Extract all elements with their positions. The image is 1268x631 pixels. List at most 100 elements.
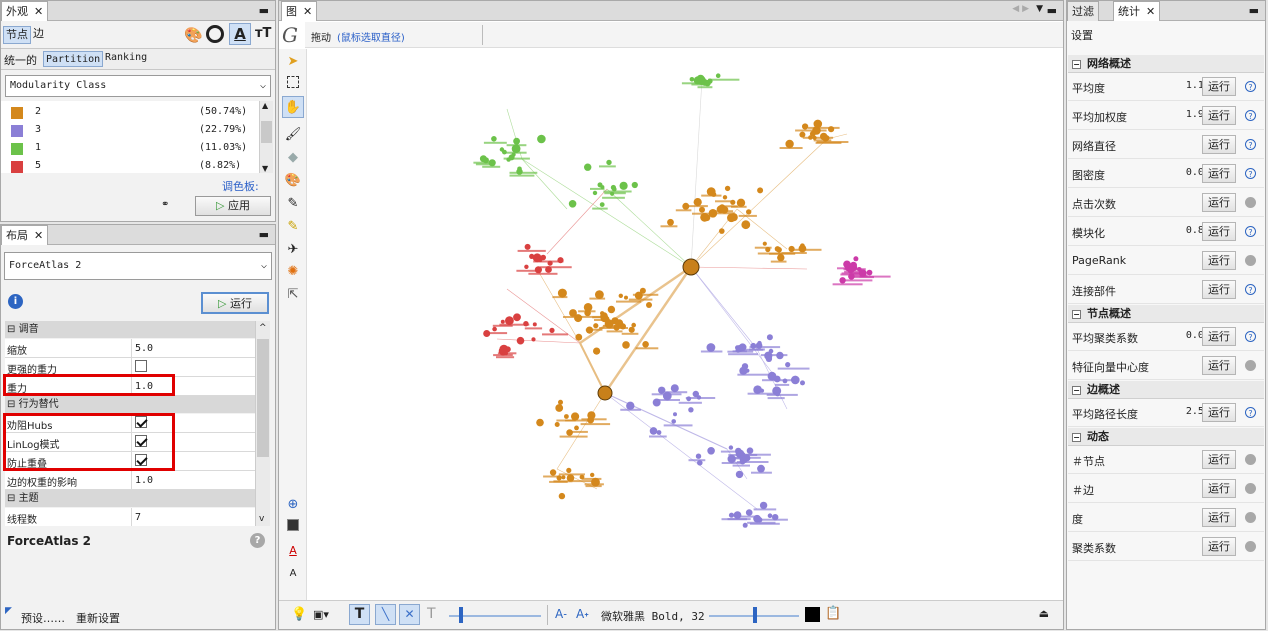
graph-node[interactable]	[491, 136, 497, 142]
presets-link[interactable]: 预设……	[21, 610, 65, 626]
tab-filters[interactable]: 过滤	[1067, 1, 1099, 21]
tab-statistics[interactable]: 统计 ✕	[1113, 1, 1161, 21]
legend-item[interactable]: 5 (8.82%)	[11, 159, 261, 175]
font-label[interactable]: 微软雅黑 Bold, 32	[601, 608, 705, 624]
minimize-icon[interactable]: ▬	[1047, 4, 1057, 17]
label-color-icon[interactable]: A	[282, 540, 304, 562]
graph-node[interactable]	[531, 337, 536, 342]
graph-node[interactable]	[579, 474, 585, 480]
graph-node[interactable]	[523, 321, 529, 327]
legend-item[interactable]: 1 (11.03%)	[11, 141, 261, 157]
graph-node[interactable]	[646, 302, 652, 308]
graph-node[interactable]	[499, 147, 505, 152]
graph-node[interactable]	[808, 135, 813, 140]
property-scrollbar[interactable]: ^ v	[255, 321, 270, 526]
graph-node[interactable]	[592, 190, 598, 196]
graph-node[interactable]	[767, 513, 773, 518]
graph-node[interactable]	[785, 362, 791, 368]
mode-unique[interactable]: 统一的	[4, 52, 37, 68]
collapse-icon[interactable]: −	[1072, 433, 1081, 442]
graph-node[interactable]	[524, 264, 529, 269]
tab-graph[interactable]: 图 ✕	[281, 1, 318, 21]
chevron-down-icon[interactable]: ▼	[1036, 4, 1043, 14]
legend-item[interactable]: 2 (50.74%)	[11, 105, 261, 121]
graph-node[interactable]	[768, 348, 774, 354]
property-row[interactable]: 边的权重的影响 1.0	[5, 471, 255, 490]
graph-node[interactable]	[670, 384, 679, 393]
help-icon[interactable]: ?	[1245, 168, 1256, 179]
run-stat-button[interactable]: 运行	[1202, 537, 1236, 556]
run-stat-button[interactable]: 运行	[1202, 280, 1236, 299]
stat-section-header[interactable]: − 网络概述	[1068, 55, 1264, 73]
run-stat-button[interactable]: 运行	[1202, 508, 1236, 527]
graph-node[interactable]	[727, 213, 736, 223]
graph-node[interactable]	[642, 341, 649, 348]
label-size-icon[interactable]: тT	[255, 26, 271, 41]
graph-node[interactable]	[597, 182, 603, 188]
graph-node[interactable]	[774, 246, 781, 252]
graph-node[interactable]	[631, 181, 638, 189]
label-settings-icon[interactable]: 📋	[825, 606, 841, 621]
run-stat-button[interactable]: 运行	[1202, 135, 1236, 154]
graph-node[interactable]	[513, 137, 520, 145]
graph-node[interactable]	[571, 412, 580, 421]
graph-node[interactable]	[707, 447, 715, 455]
graph-node[interactable]	[593, 323, 599, 329]
graph-node[interactable]	[574, 314, 583, 323]
graph-node[interactable]	[719, 228, 725, 234]
graph-node[interactable]	[724, 185, 731, 192]
graph-node[interactable]	[483, 330, 491, 337]
graph-node[interactable]	[741, 220, 751, 230]
minimize-icon[interactable]: ▬	[1249, 4, 1259, 17]
checkbox[interactable]	[135, 360, 147, 372]
graph-node[interactable]	[618, 293, 623, 298]
pencil-icon[interactable]: ✎	[282, 193, 304, 215]
rect-select-icon[interactable]	[282, 74, 304, 96]
graph-node[interactable]	[746, 447, 754, 455]
graph-node[interactable]	[799, 131, 806, 138]
graph-node[interactable]	[735, 470, 744, 479]
graph-node[interactable]	[492, 326, 497, 332]
graph-node[interactable]	[508, 154, 515, 161]
link-icon[interactable]: ⚭	[161, 199, 169, 210]
graph-node[interactable]	[626, 401, 635, 410]
tab-nodes[interactable]: 节点	[3, 26, 31, 44]
property-category[interactable]: ⊟ 行为替代	[5, 396, 255, 413]
label-size-icon[interactable]: A	[282, 563, 304, 585]
graph-node[interactable]	[584, 163, 592, 171]
graph-node[interactable]	[839, 277, 846, 284]
graph-node[interactable]	[574, 425, 579, 431]
graph-node[interactable]	[549, 469, 557, 476]
graph-node[interactable]	[743, 454, 751, 462]
help-pointer-icon[interactable]: ⇱	[282, 284, 304, 306]
airplane-icon[interactable]: ✈	[282, 239, 304, 261]
color-swatch[interactable]	[11, 143, 23, 155]
graph-node[interactable]	[742, 522, 748, 528]
graph-node[interactable]	[624, 295, 628, 300]
run-stat-button[interactable]: 运行	[1202, 251, 1236, 270]
property-value[interactable]: 7	[131, 508, 255, 526]
graph-node[interactable]	[699, 206, 705, 213]
graph-node[interactable]	[757, 464, 765, 473]
graph-node[interactable]	[500, 319, 505, 324]
graph-node[interactable]	[848, 266, 855, 273]
graph-node[interactable]	[700, 212, 709, 222]
run-stat-button[interactable]: 运行	[1202, 327, 1236, 346]
collapse-icon[interactable]: −	[1072, 310, 1081, 319]
graph-node[interactable]	[812, 135, 817, 140]
graph-node[interactable]	[631, 322, 636, 328]
color-swatch[interactable]	[11, 125, 23, 137]
graph-node[interactable]	[728, 512, 735, 518]
graph-node[interactable]	[738, 343, 747, 352]
graph-node[interactable]	[866, 269, 873, 276]
graph-node[interactable]	[759, 501, 768, 510]
graph-node[interactable]	[524, 243, 531, 250]
color-swatch[interactable]	[11, 161, 23, 173]
stat-section-header[interactable]: − 动态	[1068, 428, 1264, 446]
graph-node[interactable]	[828, 126, 835, 133]
graph-node[interactable]	[634, 291, 643, 300]
scroll-thumb[interactable]	[257, 339, 269, 457]
graph-node[interactable]	[619, 181, 628, 190]
show-labels-icon[interactable]: T	[349, 604, 370, 625]
graph-node[interactable]	[736, 198, 746, 207]
